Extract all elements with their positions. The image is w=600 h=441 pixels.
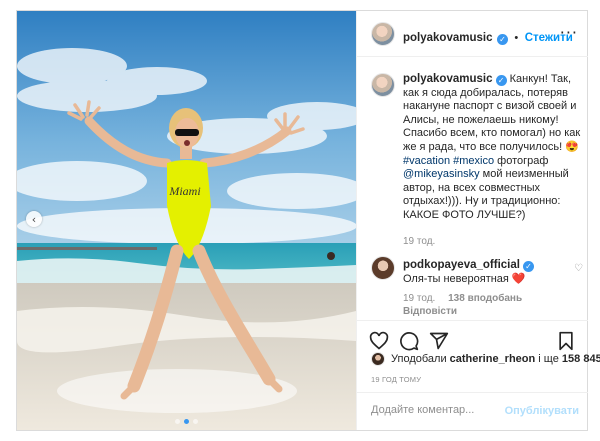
comment-icon[interactable] xyxy=(399,331,419,351)
comment-username[interactable]: podkopayeva_official xyxy=(403,259,520,271)
caption-part: фотограф xyxy=(494,154,549,167)
likes-text: Уподобали catherine_rheon і ще 158 845 xyxy=(391,353,600,365)
caption-time[interactable]: 19 тод. xyxy=(403,235,581,249)
verified-badge-icon: ✓ xyxy=(495,75,507,86)
avatar[interactable] xyxy=(371,22,395,46)
avatar[interactable] xyxy=(371,256,395,280)
comment-body: Оля-ты невероятная ❤️ xyxy=(403,272,526,285)
post-header: polyakovamusic ✓ • Стежити ··· xyxy=(357,11,588,57)
share-icon[interactable] xyxy=(429,331,449,351)
comment-input[interactable] xyxy=(371,404,511,416)
comment-meta: 19 тод. 138 вподобань xyxy=(403,293,522,304)
likes-summary: Уподобали catherine_rheon і ще 158 845 xyxy=(371,351,600,367)
caption-username[interactable]: polyakovamusic xyxy=(403,73,492,85)
bookmark-icon[interactable] xyxy=(556,331,576,351)
post-sidebar: polyakovamusic ✓ • Стежити ··· polyakova… xyxy=(356,11,600,430)
hashtag-link[interactable]: #mexico xyxy=(453,155,494,167)
author-username[interactable]: polyakovamusic xyxy=(403,32,492,44)
avatar[interactable] xyxy=(371,73,395,97)
verified-badge-icon: ✓ xyxy=(523,261,535,272)
carousel-dots xyxy=(17,419,356,424)
svg-text:Miami: Miami xyxy=(168,184,200,198)
publish-button[interactable]: Опублікувати xyxy=(505,405,579,417)
liker-username[interactable]: catherine_rheon xyxy=(450,353,536,365)
chevron-left-icon[interactable]: ‹ xyxy=(26,211,42,227)
header-line: polyakovamusic ✓ • Стежити xyxy=(403,28,573,46)
comment-text: podkopayeva_official ✓ Оля-ты невероятна… xyxy=(403,259,558,286)
mention-link[interactable]: @mikeyasinsky xyxy=(403,168,480,180)
comment-heart-icon[interactable]: ♡ xyxy=(574,263,583,274)
likes-prefix: Уподобали xyxy=(391,353,450,365)
carousel-dot xyxy=(175,419,180,424)
likes-count[interactable]: 158 845 xyxy=(562,353,600,365)
carousel-dot xyxy=(193,419,198,424)
post-photo[interactable]: Miami ‹ xyxy=(17,11,356,430)
heart-icon[interactable] xyxy=(369,331,389,351)
more-options-icon[interactable]: ··· xyxy=(560,23,578,42)
reply-button[interactable]: Відповісти xyxy=(403,306,457,317)
post-card: Miami ‹ polyakovamusic ✓ • Стежити ··· p… xyxy=(16,10,600,431)
comment-time[interactable]: 19 тод. xyxy=(403,293,435,304)
verified-badge-icon: ✓ xyxy=(496,34,508,45)
hashtag-link[interactable]: #vacation xyxy=(403,155,450,167)
post-date[interactable]: 19 ГОД ТОМУ xyxy=(371,375,421,384)
comment-bar: Опублікувати xyxy=(357,392,588,430)
likes-middle: і ще xyxy=(535,353,562,365)
avatar[interactable] xyxy=(371,352,385,366)
caption-text: polyakovamusic ✓ Канкун! Так, как я сюда… xyxy=(403,73,581,248)
separator-dot: • xyxy=(514,32,519,44)
comment-likes[interactable]: 138 вподобань xyxy=(448,293,522,304)
beach-photo: Miami xyxy=(17,11,356,430)
carousel-dot-active xyxy=(184,419,189,424)
